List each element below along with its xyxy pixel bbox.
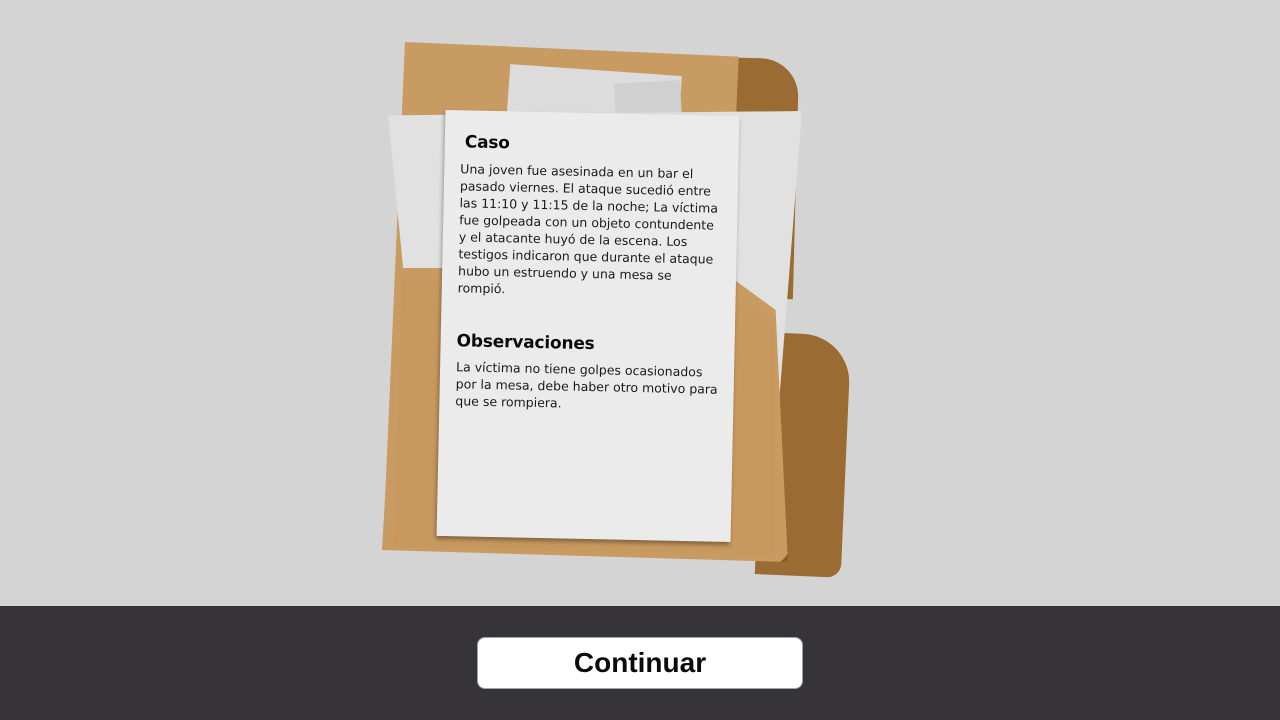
observations-title: Observaciones	[456, 331, 595, 355]
continue-button[interactable]: Continuar	[477, 637, 803, 689]
case-paper: Caso Una joven fue asesinada en un bar e…	[436, 109, 740, 543]
scene: Caso Una joven fue asesinada en un bar e…	[0, 0, 1280, 606]
case-title: Caso	[464, 132, 510, 154]
case-description: Una joven fue asesinada en un bar el pas…	[457, 161, 719, 297]
observations-text: La víctima no tiene golpes ocasionados p…	[455, 359, 718, 411]
